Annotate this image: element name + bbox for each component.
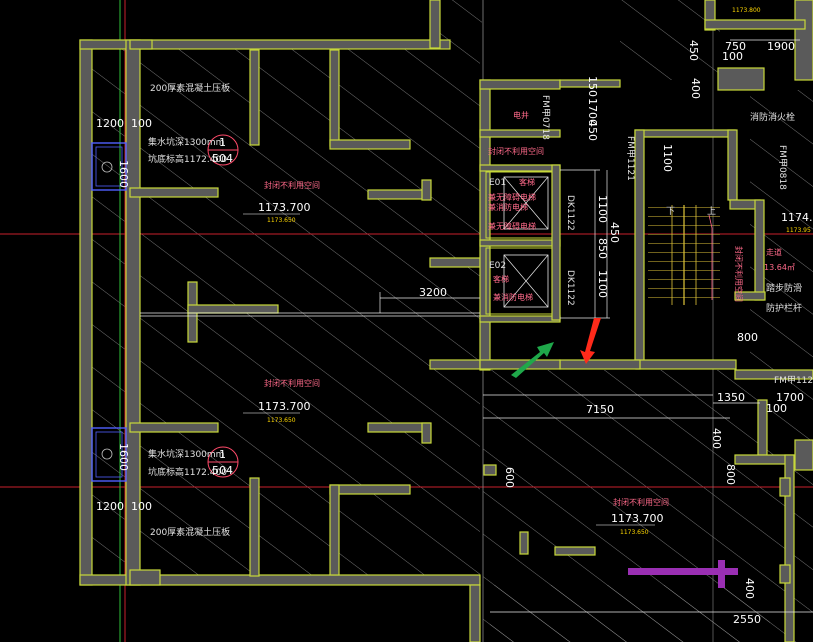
svg-text:200厚素混凝土压板: 200厚素混凝土压板 bbox=[150, 526, 230, 538]
svg-text:1100: 1100 bbox=[596, 270, 609, 298]
svg-text:DK1122: DK1122 bbox=[565, 195, 575, 231]
svg-text:450: 450 bbox=[687, 40, 700, 61]
svg-text:100: 100 bbox=[131, 500, 152, 513]
svg-text:400: 400 bbox=[689, 78, 702, 99]
stairwell bbox=[648, 205, 720, 305]
svg-text:封闭不利用空间: 封闭不利用空间 bbox=[613, 497, 669, 507]
svg-text:1: 1 bbox=[219, 136, 226, 149]
svg-text:1173.650: 1173.650 bbox=[267, 417, 296, 424]
svg-text:600: 600 bbox=[503, 467, 516, 488]
svg-text:客梯: 客梯 bbox=[519, 177, 535, 187]
svg-text:踏步防滑: 踏步防滑 bbox=[766, 282, 802, 294]
svg-text:1900: 1900 bbox=[767, 40, 795, 53]
svg-text:450: 450 bbox=[586, 120, 599, 141]
svg-text:150: 150 bbox=[586, 76, 599, 97]
svg-text:走道: 走道 bbox=[766, 247, 782, 257]
svg-text:电井: 电井 bbox=[513, 110, 529, 120]
svg-text:1173.700: 1173.700 bbox=[611, 512, 664, 525]
svg-text:集水坑深1300mm: 集水坑深1300mm bbox=[148, 136, 224, 148]
svg-text:FM甲0718: FM甲0718 bbox=[540, 95, 551, 140]
svg-text:800: 800 bbox=[737, 331, 758, 344]
svg-text:1100: 1100 bbox=[596, 195, 609, 223]
svg-text:封闭不利用空间: 封闭不利用空间 bbox=[264, 378, 320, 388]
svg-text:兼消防电梯: 兼消防电梯 bbox=[493, 292, 533, 302]
svg-text:消防消火栓: 消防消火栓 bbox=[750, 111, 795, 123]
svg-text:1173.650: 1173.650 bbox=[620, 529, 649, 536]
svg-text:兼无障碍电梯: 兼无障碍电梯 bbox=[488, 192, 536, 202]
svg-text:800: 800 bbox=[724, 464, 737, 485]
svg-text:封闭不利用空间: 封闭不利用空间 bbox=[734, 246, 744, 302]
svg-text:E01: E01 bbox=[489, 178, 506, 188]
svg-text:FM甲0818: FM甲0818 bbox=[777, 145, 788, 190]
svg-text:100: 100 bbox=[722, 50, 743, 63]
svg-text:1: 1 bbox=[219, 448, 226, 461]
svg-text:1100: 1100 bbox=[661, 144, 674, 172]
svg-text:504: 504 bbox=[212, 464, 233, 477]
svg-text:1173.700: 1173.700 bbox=[258, 400, 311, 413]
svg-text:400: 400 bbox=[743, 578, 756, 599]
svg-text:FM甲1121: FM甲1121 bbox=[774, 375, 813, 386]
svg-text:100: 100 bbox=[766, 402, 787, 415]
svg-text:封闭不利用空间: 封闭不利用空间 bbox=[264, 180, 320, 190]
hatch-regions bbox=[92, 0, 813, 642]
svg-text:100: 100 bbox=[131, 117, 152, 130]
svg-text:13.64㎡: 13.64㎡ bbox=[764, 263, 795, 272]
svg-text:DK1122: DK1122 bbox=[565, 270, 575, 306]
svg-text:集水坑深1300mm: 集水坑深1300mm bbox=[148, 448, 224, 460]
svg-text:兼无障碍电梯: 兼无障碍电梯 bbox=[488, 221, 536, 231]
svg-text:1173.800: 1173.800 bbox=[732, 7, 761, 14]
red-arrow-icon bbox=[580, 318, 601, 364]
svg-text:850: 850 bbox=[596, 238, 609, 259]
svg-text:上: 上 bbox=[707, 206, 716, 217]
svg-text:1173.95: 1173.95 bbox=[786, 227, 811, 234]
svg-text:下: 下 bbox=[666, 207, 675, 217]
svg-text:1200: 1200 bbox=[96, 117, 124, 130]
svg-text:7150: 7150 bbox=[586, 403, 614, 416]
svg-text:1200: 1200 bbox=[96, 500, 124, 513]
svg-text:200厚素混凝土压板: 200厚素混凝土压板 bbox=[150, 82, 230, 94]
cad-floor-plan[interactable]: 200厚素混凝土压板 200厚素混凝土压板 集水坑深1300mm 坑底标高117… bbox=[0, 0, 813, 642]
svg-text:3200: 3200 bbox=[419, 286, 447, 299]
svg-text:2550: 2550 bbox=[733, 613, 761, 626]
plan-drawing: 200厚素混凝土压板 200厚素混凝土压板 集水坑深1300mm 坑底标高117… bbox=[0, 0, 813, 642]
svg-text:1174.0: 1174.0 bbox=[781, 211, 813, 224]
svg-text:1350: 1350 bbox=[717, 391, 745, 404]
svg-text:客梯: 客梯 bbox=[493, 274, 509, 284]
svg-text:E02: E02 bbox=[489, 261, 506, 271]
svg-text:防护栏杆: 防护栏杆 bbox=[766, 302, 802, 314]
svg-text:兼消防电梯: 兼消防电梯 bbox=[488, 202, 528, 212]
svg-text:504: 504 bbox=[212, 152, 233, 165]
svg-text:封闭不利用空间: 封闭不利用空间 bbox=[488, 146, 544, 156]
svg-text:1600: 1600 bbox=[117, 443, 130, 471]
svg-text:1173.650: 1173.650 bbox=[267, 217, 296, 224]
svg-text:1173.700: 1173.700 bbox=[258, 201, 311, 214]
svg-text:FM甲1121: FM甲1121 bbox=[625, 136, 636, 181]
svg-text:1600: 1600 bbox=[117, 160, 130, 188]
svg-text:400: 400 bbox=[710, 428, 723, 449]
